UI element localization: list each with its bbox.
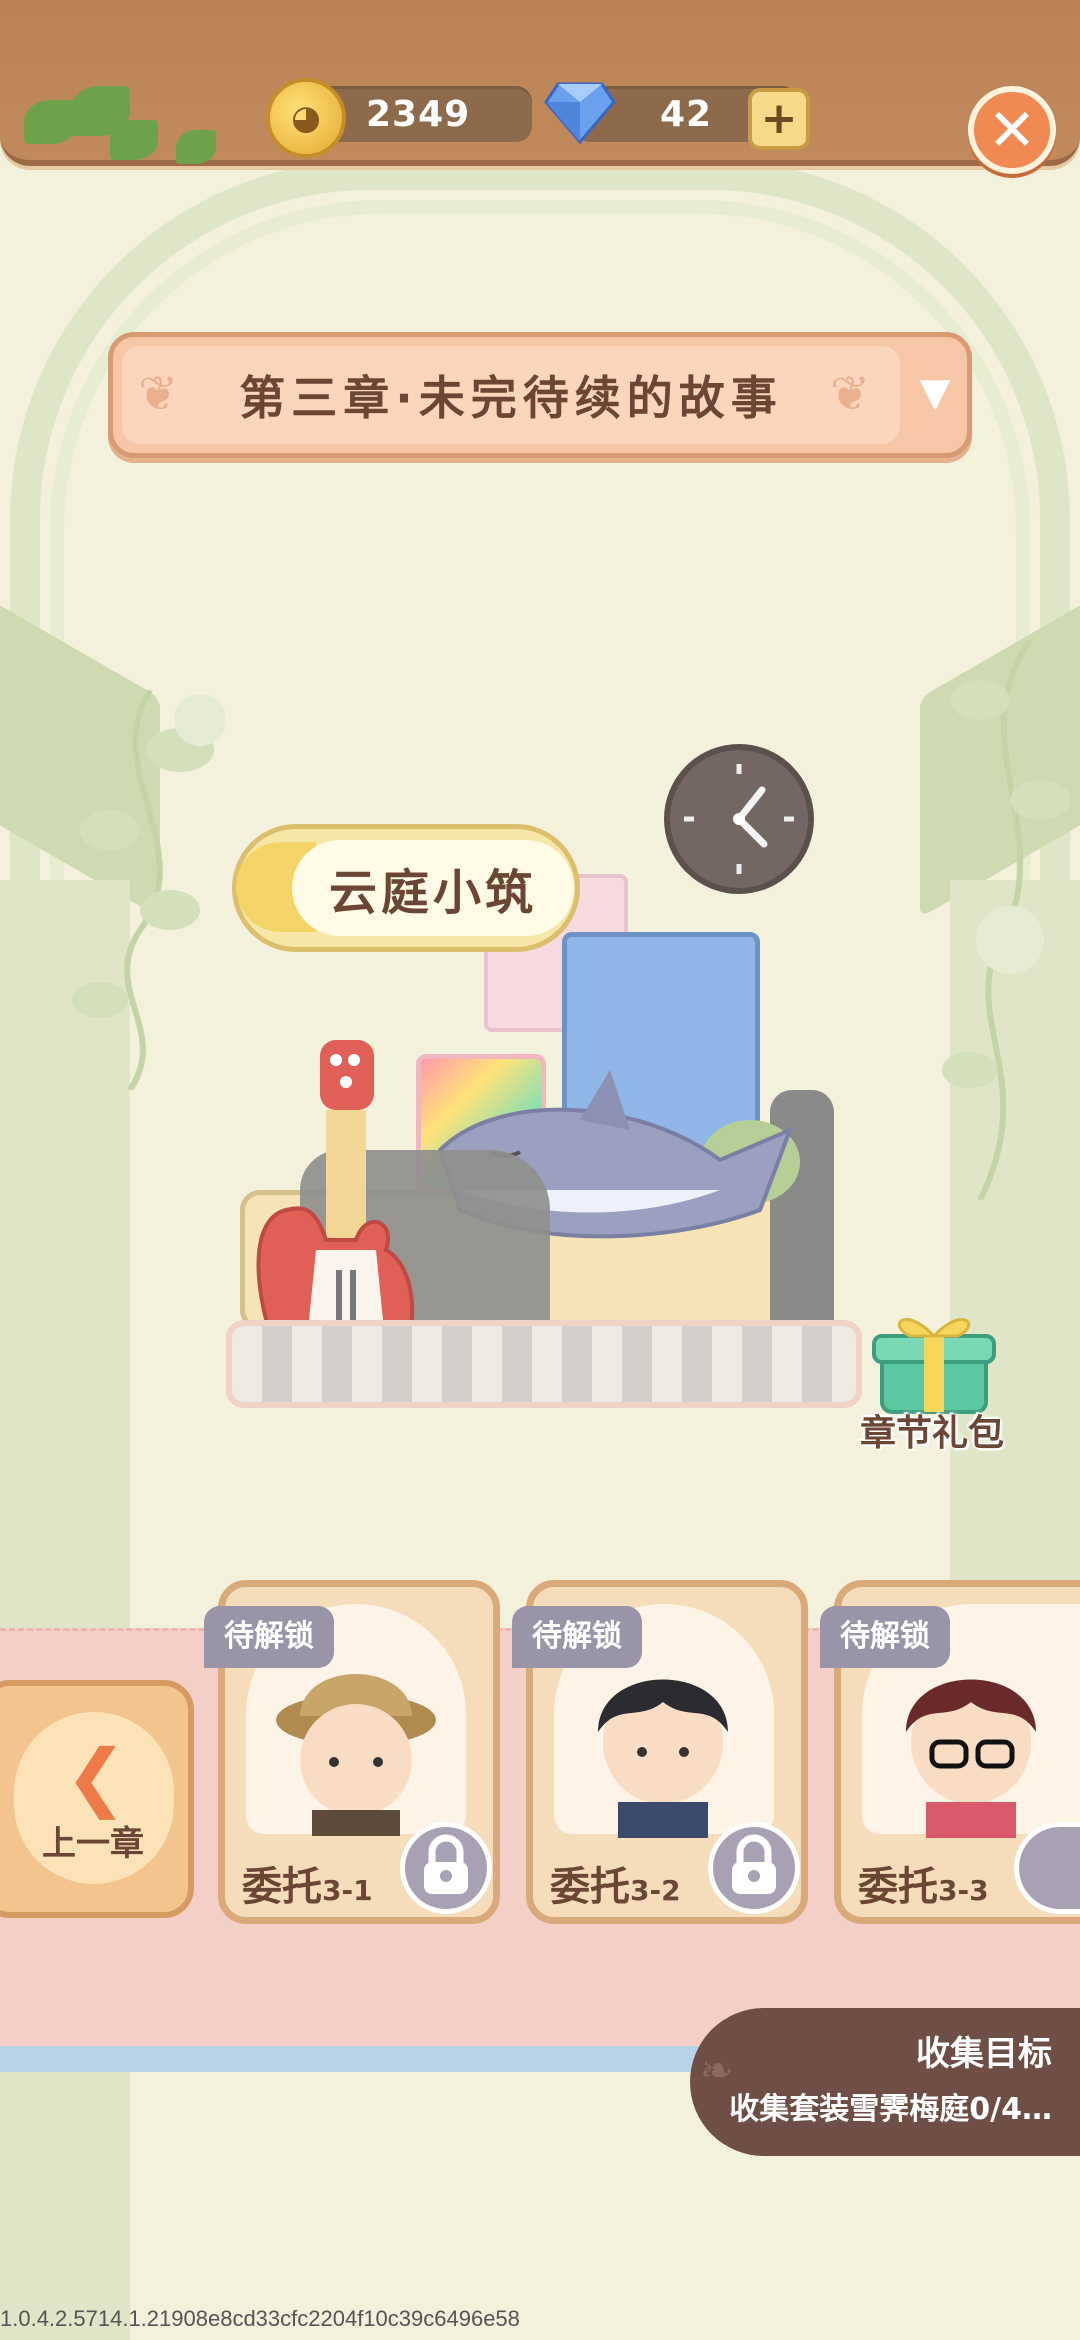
version-string: 1.0.4.2.5714.1.21908e8cd33cfc2204f10c39c…: [0, 2306, 520, 2331]
commission-title: 委托3-3: [858, 1864, 989, 1910]
ivy-leaf-icon: [176, 130, 216, 164]
wall-clock-icon: [664, 744, 814, 894]
commission-title: 委托3-1: [242, 1864, 373, 1910]
chapter-title: 第三章·未完待续的故事: [239, 371, 783, 425]
gem-amount: 42: [660, 94, 713, 135]
commission-title: 委托3-2: [550, 1864, 681, 1910]
right-vine-decoration: [942, 640, 1070, 1200]
padlock-glyph: [424, 1834, 468, 1894]
coin-icon: ◕: [266, 78, 346, 158]
ivy-leaf-icon: [110, 120, 158, 160]
diamond-icon: [544, 82, 616, 144]
chevron-down-icon[interactable]: ▼: [908, 362, 962, 424]
collection-goal-description: 收集套装雪霁梅庭0/4…: [729, 2092, 1052, 2127]
room-name: 云庭小筑: [292, 840, 574, 936]
add-gems-button[interactable]: +: [748, 88, 810, 150]
left-vine-decoration: [72, 690, 226, 1090]
character-glasses-avatar: [906, 1679, 1036, 1838]
coin-amount: 2349: [366, 94, 471, 135]
chapter-gift-button[interactable]: 章节礼包: [852, 1404, 1012, 1456]
previous-chapter-label: 上一章: [42, 1824, 144, 1864]
locked-badge: 待解锁: [512, 1606, 642, 1668]
padlock-glyph: [732, 1834, 776, 1894]
arrow-left-icon: ❮: [64, 1734, 127, 1820]
collection-goal-title: 收集目标: [916, 2034, 1052, 2074]
locked-badge: 待解锁: [204, 1606, 334, 1668]
locked-badge: 待解锁: [820, 1606, 950, 1668]
left-pillar: [0, 880, 130, 2340]
checkered-rug: [226, 1320, 862, 1408]
character-black-hair-avatar: [598, 1679, 728, 1838]
gift-box-icon: [872, 1318, 996, 1414]
top-bar: [0, 0, 1080, 166]
close-button[interactable]: ✕: [968, 86, 1056, 174]
character-bucket-hat-avatar: [276, 1674, 436, 1836]
